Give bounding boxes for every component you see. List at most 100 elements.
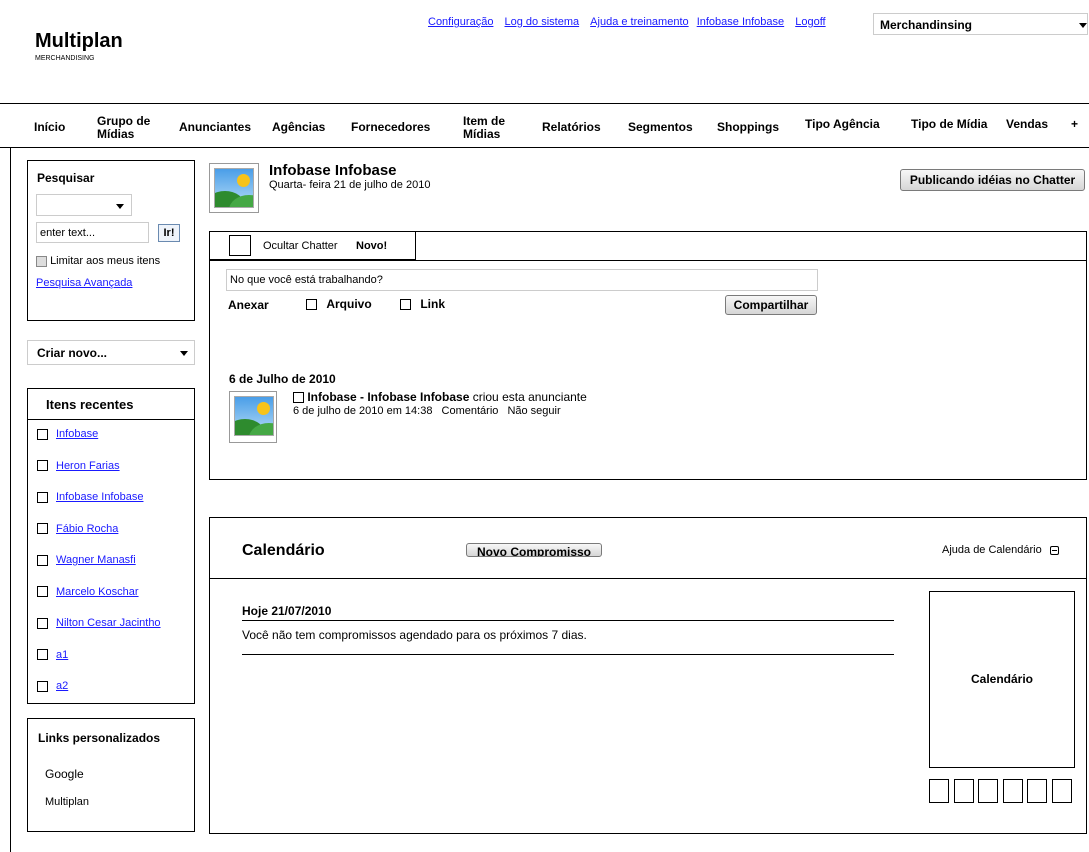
attach-file-option[interactable]: Arquivo [306, 297, 372, 311]
hide-chatter-link[interactable]: Ocultar Chatter [263, 240, 338, 252]
left-edge-line [10, 148, 11, 852]
custom-link-google[interactable]: Google [45, 767, 84, 781]
recent-item-checkbox[interactable] [37, 491, 48, 503]
calendar-day-box[interactable] [1027, 779, 1047, 803]
nav-shoppings[interactable]: Shoppings [717, 121, 779, 134]
recent-item[interactable]: Infobase [37, 428, 98, 440]
recent-item[interactable]: Heron Farias [37, 460, 120, 472]
link-checkbox[interactable] [400, 299, 411, 311]
feed-item-comment-link[interactable]: Comentário [442, 405, 499, 417]
profile-avatar [209, 163, 259, 213]
recent-item-checkbox[interactable] [37, 460, 48, 472]
new-badge: Novo! [356, 240, 388, 252]
calendar-day-box[interactable] [1051, 779, 1072, 803]
feed-item-unfollow-link[interactable]: Não seguir [507, 405, 560, 417]
recent-item-checkbox[interactable] [37, 554, 48, 566]
limit-checkbox[interactable] [36, 255, 47, 267]
search-input-placeholder: enter text... [40, 227, 96, 239]
recent-item[interactable]: a2 [37, 680, 68, 692]
recent-item-checkbox[interactable] [37, 617, 48, 629]
recent-item[interactable]: Nilton Cesar Jacintho [37, 617, 161, 629]
recent-items-divider [28, 419, 194, 420]
search-title: Pesquisar [37, 171, 95, 185]
recent-item[interactable]: a1 [37, 649, 68, 661]
calendar-help[interactable]: Ajuda de Calendário [942, 544, 1059, 556]
search-scope-select[interactable] [36, 194, 132, 216]
file-checkbox[interactable] [306, 299, 317, 311]
app-selector-value: Merchandinsing [880, 18, 973, 32]
recent-item[interactable]: Wagner Manasfi [37, 554, 136, 566]
chevron-down-icon [180, 351, 188, 356]
recent-item-link[interactable]: Marcelo Koschar [56, 586, 139, 598]
recent-item-link[interactable]: a2 [56, 680, 68, 692]
nav-anunciantes[interactable]: Anunciantes [179, 121, 251, 134]
link-ajuda[interactable]: Ajuda e treinamento [590, 16, 688, 28]
chevron-down-icon [1079, 23, 1087, 28]
limit-checkbox-row[interactable]: Limitar aos meus itens [36, 255, 160, 267]
feed-item-checkbox[interactable] [293, 392, 304, 404]
create-new-select[interactable]: Criar novo... [27, 340, 195, 365]
nav-more[interactable]: + [1071, 118, 1078, 131]
nav-relatorios[interactable]: Relatórios [542, 121, 601, 134]
recent-item[interactable]: Infobase Infobase [37, 491, 143, 503]
link-logoff[interactable]: Logoff [795, 16, 825, 28]
profile-date: Quarta- feira 21 de julho de 2010 [269, 179, 431, 191]
help-icon [1049, 545, 1059, 555]
post-input[interactable]: No que você está trabalhando? [226, 269, 818, 291]
search-input[interactable]: enter text... [36, 222, 149, 243]
recent-item-checkbox[interactable] [37, 523, 48, 535]
calendar-widget-label: Calendário [971, 672, 1034, 686]
nav-vendas[interactable]: Vendas [1006, 118, 1048, 131]
recent-item-link[interactable]: a1 [56, 649, 68, 661]
app-title: Multiplan [35, 30, 123, 52]
app-selector[interactable]: Merchandinsing [873, 13, 1088, 35]
feed-item-author[interactable]: Infobase - Infobase Infobase [307, 390, 469, 404]
custom-link-multiplan[interactable]: Multiplan [45, 796, 89, 808]
nav-item-de-midias[interactable]: Item de Mídias [463, 115, 518, 141]
search-go-button[interactable]: Ir! [158, 224, 180, 242]
custom-links-title: Links personalizados [38, 731, 161, 745]
share-button[interactable]: Compartilhar [725, 295, 817, 315]
recent-item-checkbox[interactable] [37, 428, 48, 440]
nav-tipo-de-midia[interactable]: Tipo de Mídia [911, 118, 987, 131]
recent-item-link[interactable]: Nilton Cesar Jacintho [56, 617, 161, 629]
calendar-day-box[interactable] [1002, 779, 1023, 803]
calendar-day-box[interactable] [953, 779, 974, 803]
recent-item-checkbox[interactable] [37, 680, 48, 692]
nav-fornecedores[interactable]: Fornecedores [351, 121, 430, 134]
recent-item-link[interactable]: Infobase [56, 428, 98, 440]
feed-item-header: Infobase - Infobase Infobase criou esta … [293, 390, 587, 404]
attach-link-option[interactable]: Link [400, 297, 445, 311]
recent-item-link[interactable]: Wagner Manasfi [56, 554, 136, 566]
chatter-tab-line [210, 260, 1086, 261]
chatter-publish-button[interactable]: Publicando idéias no Chatter [900, 169, 1085, 191]
calendar-header-divider [210, 578, 1086, 579]
recent-item-link[interactable]: Infobase Infobase [56, 491, 143, 503]
link-label: Link [420, 297, 446, 311]
today-divider [242, 620, 894, 621]
nav-inicio[interactable]: Início [34, 121, 65, 134]
feed-item-action: criou esta anunciante [472, 390, 587, 404]
recent-item[interactable]: Marcelo Koschar [37, 586, 139, 598]
recent-item-link[interactable]: Heron Farias [56, 460, 120, 472]
new-appointment-button[interactable]: Novo Compromisso [466, 543, 602, 557]
nav-agencias[interactable]: Agências [272, 121, 325, 134]
recent-item-checkbox[interactable] [37, 649, 48, 661]
chatter-toggle-box[interactable] [229, 235, 251, 256]
chatter-panel: Ocultar Chatter Novo! No que você está t… [209, 231, 1087, 480]
nav-tipo-agencia[interactable]: Tipo Agência [805, 118, 880, 131]
calendar-day-box[interactable] [929, 779, 949, 803]
advanced-search-link[interactable]: Pesquisa Avançada [36, 277, 132, 289]
nav-grupo-de-midias[interactable]: Grupo de Mídias [97, 115, 159, 141]
calendar-widget[interactable]: Calendário [929, 591, 1075, 768]
recent-item-link[interactable]: Fábio Rocha [56, 523, 118, 535]
calendar-day-box[interactable] [978, 779, 998, 803]
link-user[interactable]: Infobase Infobase [697, 16, 784, 28]
link-configuracao[interactable]: Configuração [428, 16, 493, 28]
recent-item[interactable]: Fábio Rocha [37, 523, 118, 535]
limit-label: Limitar aos meus itens [50, 255, 161, 267]
nav-segmentos[interactable]: Segmentos [628, 121, 693, 134]
recent-item-checkbox[interactable] [37, 586, 48, 598]
link-log-do-sistema[interactable]: Log do sistema [505, 16, 580, 28]
calendar-title: Calendário [242, 542, 325, 559]
